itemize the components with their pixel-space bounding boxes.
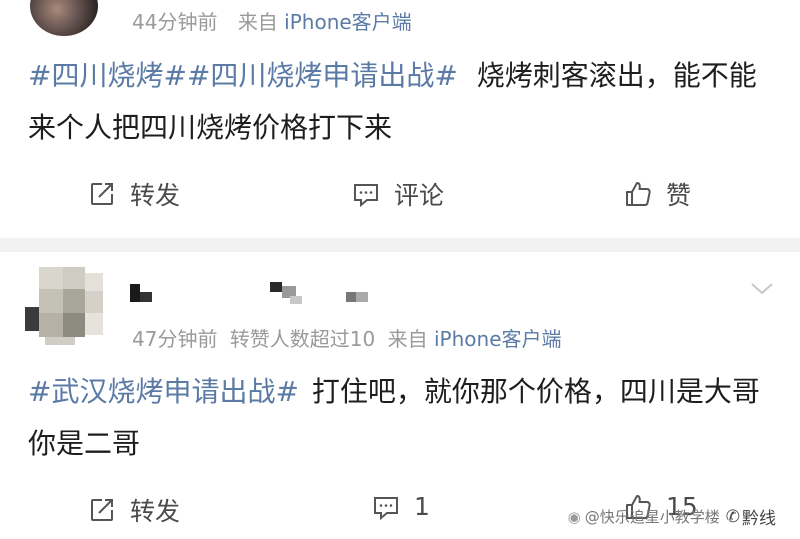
post-meta: 44分钟前 来自 iPhone客户端 <box>132 6 412 35</box>
post-meta: 47分钟前 转赞人数超过10 来自 iPhone客户端 <box>132 323 562 352</box>
repost-button[interactable]: 转发 <box>88 176 180 212</box>
source-prefix: 来自 <box>387 327 428 351</box>
hashtag-link[interactable]: #武汉烧烤申请出战# <box>28 375 299 408</box>
post-divider <box>0 238 800 252</box>
like-button[interactable]: 赞 <box>624 176 691 212</box>
wechat-icon: ✆ <box>725 506 740 527</box>
watermark-right: 黔线 <box>742 509 776 529</box>
repost-icon <box>91 499 113 521</box>
like-label: 赞 <box>666 181 692 210</box>
repost-button[interactable]: 转发 <box>88 492 180 528</box>
source-device: iPhone客户端 <box>284 10 412 34</box>
post-time: 47分钟前 <box>132 327 218 351</box>
source-prefix: 来自 <box>237 10 278 34</box>
watermark: ◉ @快乐追星小教学楼 ✆ 黔线 <box>567 504 776 530</box>
hashtag-link[interactable]: #四川烧烤申请出战# <box>187 59 458 92</box>
hashtag-link[interactable]: #四川烧烤# <box>28 59 187 92</box>
username-blurred[interactable] <box>130 282 430 306</box>
comment-button[interactable]: 评论 <box>352 176 444 212</box>
repost-icon <box>91 183 113 205</box>
repost-threshold: 转赞人数超过10 <box>229 327 376 351</box>
watermark-left: @快乐追星小教学楼 <box>584 508 720 526</box>
user-avatar[interactable] <box>30 0 98 36</box>
chevron-down-icon[interactable] <box>750 276 774 300</box>
comment-button[interactable]: 1 <box>372 492 430 521</box>
user-avatar[interactable] <box>25 267 105 345</box>
comment-icon <box>354 184 378 208</box>
weibo-logo-icon: ◉ <box>567 507 581 526</box>
repost-label: 转发 <box>130 497 181 526</box>
thumbs-up-icon <box>626 182 651 206</box>
comment-count: 1 <box>414 492 430 521</box>
source-device: iPhone客户端 <box>433 327 562 351</box>
post-text: #武汉烧烤申请出战# 打住吧，就你那个价格，四川是大哥你是二哥 <box>28 366 778 470</box>
repost-label: 转发 <box>130 181 181 210</box>
post-text: #四川烧烤##四川烧烤申请出战# 烧烤刺客滚出，能不能来个人把四川烧烤价格打下来 <box>28 50 778 154</box>
comment-label: 评论 <box>394 181 445 210</box>
comment-icon <box>374 496 398 520</box>
post-time: 44分钟前 <box>132 10 218 34</box>
